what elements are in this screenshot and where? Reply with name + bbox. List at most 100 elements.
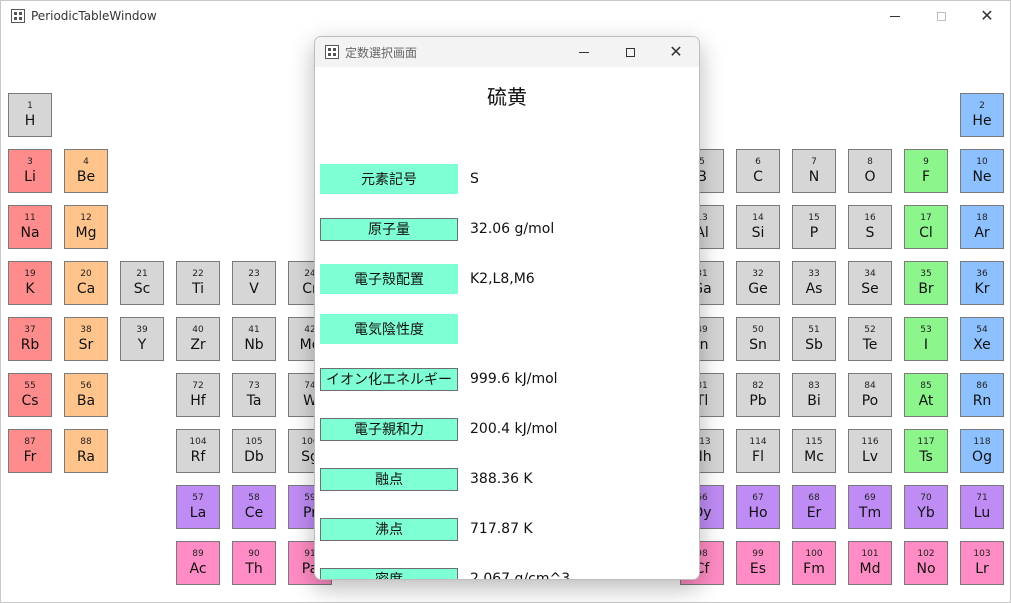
element-cell-i[interactable]: 53 I (904, 317, 948, 361)
dialog-maximize-button[interactable] (607, 37, 653, 67)
property-label-symbol[interactable]: 元素記号 (320, 164, 458, 194)
property-label-atomic-mass[interactable]: 原子量 (320, 217, 458, 241)
property-label-density[interactable]: 密度 (320, 567, 458, 579)
element-cell-ca[interactable]: 20 Ca (64, 261, 108, 305)
atomic-number: 87 (24, 436, 36, 447)
element-cell-lu[interactable]: 71 Lu (960, 485, 1004, 529)
dialog-titlebar[interactable]: 定数選択画面 ✕ (315, 37, 699, 67)
element-cell-mg[interactable]: 12 Mg (64, 205, 108, 249)
property-label-ionization-energy[interactable]: イオン化エネルギー (320, 367, 458, 391)
property-row-electron-config: 電子殻配置 K2,L8,M6 (320, 264, 535, 294)
element-cell-li[interactable]: 3 Li (8, 149, 52, 193)
element-cell-fr[interactable]: 87 Fr (8, 429, 52, 473)
element-symbol: Fl (752, 448, 764, 465)
element-cell-n[interactable]: 7N (792, 149, 836, 193)
element-cell-p[interactable]: 15 P (792, 205, 836, 249)
atomic-number: 89 (192, 548, 204, 559)
element-cell-tm[interactable]: 69 Tm (848, 485, 892, 529)
element-cell-rf[interactable]: 104 Rf (176, 429, 220, 473)
element-cell-as[interactable]: 33 As (792, 261, 836, 305)
element-cell-s[interactable]: 16 S (848, 205, 892, 249)
element-cell-f[interactable]: 9F (904, 149, 948, 193)
element-cell-c[interactable]: 6C (736, 149, 780, 193)
property-label-boiling-point[interactable]: 沸点 (320, 517, 458, 541)
element-symbol: Es (749, 560, 767, 577)
property-label-electron-config[interactable]: 電子殻配置 (320, 264, 458, 294)
dialog-minimize-button[interactable] (561, 37, 607, 67)
element-cell-db[interactable]: 105 Db (232, 429, 276, 473)
element-cell-fm[interactable]: 100 Fm (792, 541, 836, 585)
element-cell-ts[interactable]: 117 Ts (904, 429, 948, 473)
element-cell-v[interactable]: 23 V (232, 261, 276, 305)
property-label-electron-affinity[interactable]: 電子親和力 (320, 417, 458, 441)
element-cell-ta[interactable]: 73 Ta (232, 373, 276, 417)
element-cell-no[interactable]: 102 No (904, 541, 948, 585)
element-cell-at[interactable]: 85 At (904, 373, 948, 417)
element-cell-ce[interactable]: 58 Ce (232, 485, 276, 529)
element-cell-si[interactable]: 14 Si (736, 205, 780, 249)
element-symbol: Ac (189, 560, 207, 577)
element-symbol: Hf (190, 392, 206, 409)
element-symbol: Mg (75, 224, 97, 241)
element-cell-rb[interactable]: 37 Rb (8, 317, 52, 361)
element-cell-k[interactable]: 19 K (8, 261, 52, 305)
element-cell-mc[interactable]: 115 Mc (792, 429, 836, 473)
element-cell-th[interactable]: 90 Th (232, 541, 276, 585)
element-cell-md[interactable]: 101 Md (848, 541, 892, 585)
element-cell-se[interactable]: 34 Se (848, 261, 892, 305)
atomic-number: 10 (976, 156, 988, 167)
element-cell-nb[interactable]: 41 Nb (232, 317, 276, 361)
element-cell-ge[interactable]: 32 Ge (736, 261, 780, 305)
atomic-number: 18 (976, 212, 988, 223)
element-cell-ne[interactable]: 10 Ne (960, 149, 1004, 193)
element-cell-sb[interactable]: 51 Sb (792, 317, 836, 361)
atomic-number: 56 (80, 380, 92, 391)
atomic-number: 9 (923, 156, 929, 167)
element-cell-la[interactable]: 57 La (176, 485, 220, 529)
element-cell-ra[interactable]: 88 Ra (64, 429, 108, 473)
main-close-button[interactable]: ✕ (964, 1, 1010, 31)
main-titlebar[interactable]: PeriodicTableWindow ✕ (1, 1, 1010, 31)
element-cell-h[interactable]: 1H (8, 93, 52, 137)
element-cell-ti[interactable]: 22 Ti (176, 261, 220, 305)
element-cell-pb[interactable]: 82 Pb (736, 373, 780, 417)
element-cell-xe[interactable]: 54 Xe (960, 317, 1004, 361)
element-cell-ac[interactable]: 89 Ac (176, 541, 220, 585)
element-cell-zr[interactable]: 40 Zr (176, 317, 220, 361)
property-label-electronegativity[interactable]: 電気陰性度 (320, 314, 458, 344)
element-cell-er[interactable]: 68 Er (792, 485, 836, 529)
element-cell-po[interactable]: 84 Po (848, 373, 892, 417)
element-cell-yb[interactable]: 70 Yb (904, 485, 948, 529)
element-cell-br[interactable]: 35 Br (904, 261, 948, 305)
element-cell-cl[interactable]: 17 Cl (904, 205, 948, 249)
element-cell-og[interactable]: 118 Og (960, 429, 1004, 473)
element-cell-y[interactable]: 39 Y (120, 317, 164, 361)
property-row-electron-affinity: 電子親和力 200.4 kJ/mol (320, 414, 558, 444)
property-label-melting-point[interactable]: 融点 (320, 467, 458, 491)
element-cell-ar[interactable]: 18 Ar (960, 205, 1004, 249)
element-symbol: O (864, 168, 876, 185)
element-cell-lr[interactable]: 103 Lr (960, 541, 1004, 585)
atomic-number: 102 (917, 548, 935, 559)
element-cell-o[interactable]: 8O (848, 149, 892, 193)
element-cell-es[interactable]: 99 Es (736, 541, 780, 585)
element-cell-bi[interactable]: 83 Bi (792, 373, 836, 417)
element-cell-cs[interactable]: 55 Cs (8, 373, 52, 417)
element-cell-lv[interactable]: 116 Lv (848, 429, 892, 473)
element-cell-na[interactable]: 11 Na (8, 205, 52, 249)
element-cell-sr[interactable]: 38 Sr (64, 317, 108, 361)
element-cell-sn[interactable]: 50 Sn (736, 317, 780, 361)
element-cell-hf[interactable]: 72 Hf (176, 373, 220, 417)
element-cell-ba[interactable]: 56 Ba (64, 373, 108, 417)
atomic-number: 118 (973, 436, 991, 447)
main-minimize-button[interactable] (872, 1, 918, 31)
element-cell-be[interactable]: 4 Be (64, 149, 108, 193)
element-cell-te[interactable]: 52 Te (848, 317, 892, 361)
element-cell-ho[interactable]: 67 Ho (736, 485, 780, 529)
element-cell-he[interactable]: 2 He (960, 93, 1004, 137)
element-cell-rn[interactable]: 86 Rn (960, 373, 1004, 417)
element-cell-fl[interactable]: 114 Fl (736, 429, 780, 473)
element-cell-sc[interactable]: 21 Sc (120, 261, 164, 305)
dialog-close-button[interactable]: ✕ (653, 37, 699, 67)
element-cell-kr[interactable]: 36 Kr (960, 261, 1004, 305)
